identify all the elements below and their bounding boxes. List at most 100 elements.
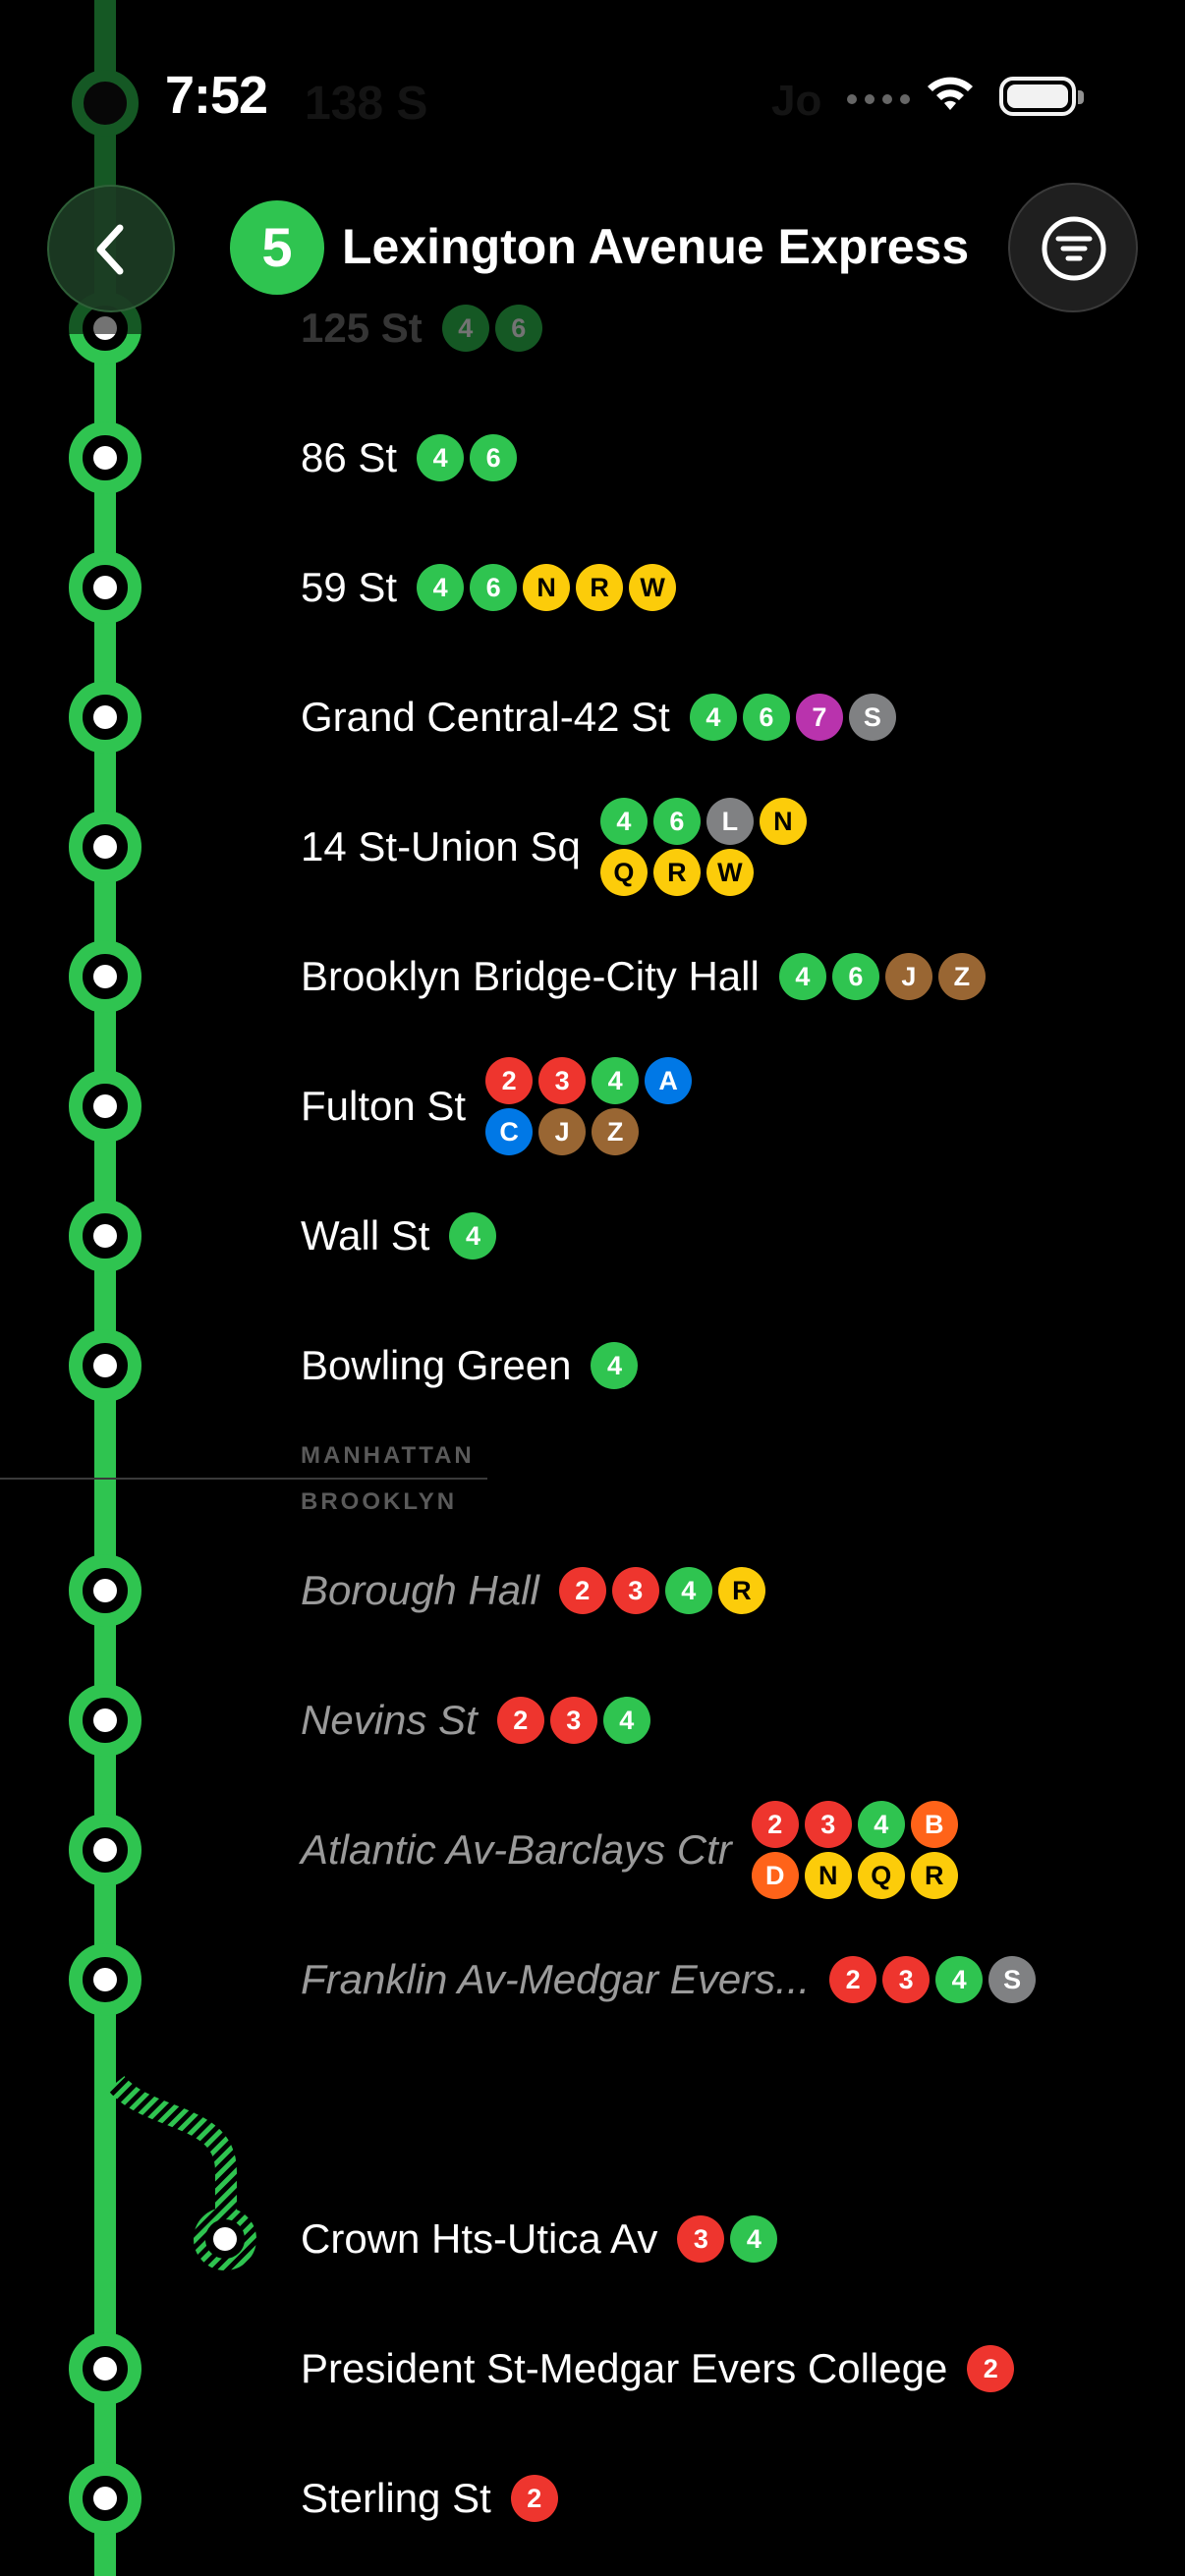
filter-button[interactable] <box>1008 183 1138 312</box>
route-badge-2: 2 <box>829 1956 877 2003</box>
route-badge-4: 4 <box>591 1342 639 1389</box>
station-row[interactable]: Franklin Av-Medgar Evers... 2 3 4 S <box>301 1926 1037 2034</box>
station-row[interactable]: 59 St 4 6 N R W <box>301 533 677 642</box>
station-name: Fulton St <box>301 1083 467 1129</box>
station-row[interactable]: Crown Hts-Utica Av 3 4 <box>301 2185 778 2293</box>
station-row[interactable]: 86 St 4 6 <box>301 404 518 512</box>
station-name: Brooklyn Bridge-City Hall <box>301 953 760 999</box>
route-badge-4: 4 <box>417 434 465 481</box>
battery-icon <box>999 77 1084 116</box>
route-badge: 5 <box>230 200 324 295</box>
route-badge-n: N <box>759 798 807 845</box>
station-node-dot <box>93 446 117 470</box>
status-time: 7:52 <box>165 66 268 125</box>
station-name: Grand Central-42 St <box>301 694 670 740</box>
station-row[interactable]: Wall St 4 <box>301 1182 497 1290</box>
transfer-badges: 46 <box>441 305 542 352</box>
station-name: 14 St-Union Sq <box>301 823 581 869</box>
station-row[interactable]: Fulton St 2 3 4 A C J Z <box>301 1052 702 1160</box>
route-badge-j: J <box>538 1108 587 1155</box>
route-badge-4: 4 <box>602 1697 650 1744</box>
transfer-badges: 46NRW <box>417 564 677 611</box>
transfer-badges: 234 <box>496 1697 650 1744</box>
station-node-dot <box>93 1838 117 1862</box>
route-badge-r: R <box>910 1852 958 1899</box>
route-badge-4: 4 <box>599 798 648 845</box>
transfer-badges: 234R <box>558 1567 765 1614</box>
station-name: Wall St <box>301 1212 430 1259</box>
route-badge-3: 3 <box>804 1801 852 1848</box>
route-badge-q: Q <box>857 1852 905 1899</box>
route-badge-s: S <box>848 694 896 741</box>
route-badge-z: Z <box>592 1108 640 1155</box>
station-name: Bowling Green <box>301 1342 572 1388</box>
cellular-signal-icon <box>847 94 910 104</box>
station-row[interactable]: Bowling Green 4 <box>301 1312 639 1420</box>
route-badge-z: Z <box>937 953 986 1000</box>
transfer-badges: 2 <box>967 2345 1015 2392</box>
route-badge-4: 4 <box>664 1567 712 1614</box>
borough-divider <box>0 1478 487 1480</box>
trunk-line <box>94 0 116 2576</box>
station-node-dot <box>93 1224 117 1248</box>
station-row[interactable]: Grand Central-42 St 4 6 7 S <box>301 663 896 771</box>
status-bar: 7:52 138 S Jo <box>0 0 1185 196</box>
station-name: Franklin Av-Medgar Evers... <box>301 1956 811 2002</box>
transfer-badges: 234A CJZ <box>485 1057 702 1155</box>
route-badge-2: 2 <box>967 2345 1015 2392</box>
route-badge-n: N <box>523 564 571 611</box>
station-row[interactable]: Nevins St 2 3 4 <box>301 1666 650 1774</box>
station-node-dot <box>93 576 117 599</box>
route-badge-a: A <box>645 1057 693 1104</box>
route-badge-3: 3 <box>538 1057 587 1104</box>
route-badge-6: 6 <box>742 694 790 741</box>
transfer-badges: 2 <box>510 2475 558 2522</box>
back-button[interactable] <box>47 185 175 312</box>
route-badge-w: W <box>705 849 754 896</box>
route-badge-3: 3 <box>611 1567 659 1614</box>
route-badge-4: 4 <box>935 1956 984 2003</box>
route-badge-6: 6 <box>470 564 518 611</box>
transfer-badges: 34 <box>677 2215 778 2263</box>
route-title: Lexington Avenue Express <box>342 219 970 274</box>
station-name: Nevins St <box>301 1697 478 1743</box>
station-row[interactable]: Brooklyn Bridge-City Hall 4 6 J Z <box>301 923 986 1031</box>
route-badge-4: 4 <box>730 2215 778 2263</box>
route-badge-2: 2 <box>558 1567 606 1614</box>
route-badge-4: 4 <box>449 1212 497 1260</box>
route-badge-2: 2 <box>510 2475 558 2522</box>
route-badge-r: R <box>576 564 624 611</box>
station-node-dot <box>93 2357 117 2380</box>
station-row[interactable]: 14 St-Union Sq 4 6 L N Q R W <box>301 793 817 901</box>
transfer-badges: 234S <box>829 1956 1037 2003</box>
route-badge-l: L <box>705 798 754 845</box>
route-badge-d: D <box>751 1852 799 1899</box>
route-badge-2: 2 <box>485 1057 534 1104</box>
route-badge-4: 4 <box>592 1057 640 1104</box>
route-badge-2: 2 <box>496 1697 544 1744</box>
route-badge-w: W <box>629 564 677 611</box>
chevron-left-icon <box>96 224 124 275</box>
station-row[interactable]: President St-Medgar Evers College 2 <box>301 2315 1015 2423</box>
borough-label-manhattan: MANHATTAN <box>301 1442 475 1469</box>
station-node-dot <box>93 705 117 729</box>
station-node-dot <box>93 1708 117 1732</box>
station-row[interactable]: 125 St 4 6 <box>301 274 542 382</box>
station-node-dot <box>93 1354 117 1377</box>
route-badge-c: C <box>485 1108 534 1155</box>
route-badge-n: N <box>804 1852 852 1899</box>
route-badge-3: 3 <box>882 1956 931 2003</box>
route-badge-q: Q <box>599 849 648 896</box>
route-badge-b: B <box>910 1801 958 1848</box>
transfer-badges: 4 <box>449 1212 497 1260</box>
station-row[interactable]: Borough Hall 2 3 4 R <box>301 1537 765 1645</box>
transfer-badges: 234B DNQR <box>751 1801 968 1899</box>
station-name: President St-Medgar Evers College <box>301 2345 948 2391</box>
station-row[interactable]: Atlantic Av-Barclays Ctr 2 3 4 B D N Q R <box>301 1796 968 1904</box>
route-badge-j: J <box>884 953 932 1000</box>
station-row[interactable]: Sterling St 2 <box>301 2444 558 2552</box>
route-badge-7: 7 <box>795 694 843 741</box>
route-badge-r: R <box>717 1567 765 1614</box>
station-node-dot <box>213 2227 237 2251</box>
wifi-icon <box>928 77 973 110</box>
